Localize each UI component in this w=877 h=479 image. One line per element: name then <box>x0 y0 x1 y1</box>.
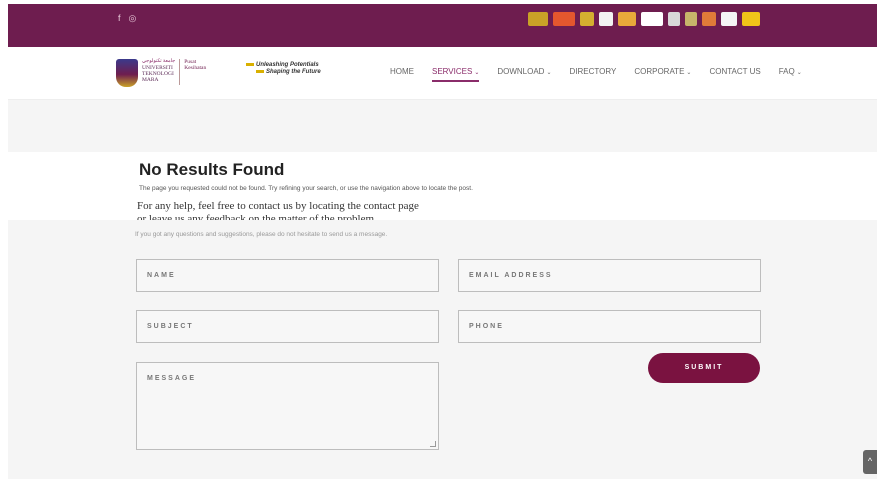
brand-name: ﺟﺎﻣﻌﺔ ﺗﻜﻨﻮﻟﻮﺟﻲ UNIVERSITI TEKNOLOGI MARA <box>142 59 176 83</box>
not-found-description: The page you requested could not be foun… <box>139 185 473 192</box>
message-textarea[interactable]: MESSAGE <box>136 362 439 450</box>
instagram-icon[interactable]: ◎ <box>129 13 137 24</box>
submit-button[interactable]: SUBMIT <box>648 353 760 383</box>
nav-item-faq[interactable]: FAQ ⌄ <box>770 67 811 76</box>
site-header: ﺟﺎﻣﻌﺔ ﺗﻜﻨﻮﻟﻮﺟﻲ UNIVERSITI TEKNOLOGI MARA… <box>8 47 877 100</box>
nav-item-label: DOWNLOAD <box>497 67 545 76</box>
nav-item-label: SERVICES <box>432 67 473 76</box>
nav-item-home[interactable]: HOME <box>381 67 423 76</box>
partner-logo-5[interactable] <box>618 12 636 26</box>
nav-item-label: DIRECTORY <box>569 67 617 76</box>
facebook-icon[interactable]: f <box>118 13 121 24</box>
partner-logo-10[interactable] <box>721 12 737 26</box>
nav-item-label: CONTACT US <box>709 67 761 76</box>
nav-item-label: CORPORATE <box>634 67 685 76</box>
phone-field[interactable]: PHONE <box>458 310 761 343</box>
partner-logos <box>528 12 760 26</box>
chevron-up-icon: ^ <box>867 456 873 466</box>
uitm-logo[interactable]: ﺟﺎﻣﻌﺔ ﺗﻜﻨﻮﻟﻮﺟﻲ UNIVERSITI TEKNOLOGI MARA… <box>116 59 206 87</box>
email-placeholder: EMAIL ADDRESS <box>469 272 553 279</box>
page-banner <box>8 100 877 152</box>
email-field[interactable]: EMAIL ADDRESS <box>458 259 761 292</box>
nav-item-download[interactable]: DOWNLOAD ⌄ <box>488 67 560 76</box>
chevron-down-icon: ⌄ <box>474 70 480 76</box>
partner-logo-11[interactable] <box>742 12 760 26</box>
subject-field[interactable]: SUBJECT <box>136 310 439 343</box>
partner-logo-6[interactable] <box>641 12 663 26</box>
nav-item-corporate[interactable]: CORPORATE ⌄ <box>625 67 700 76</box>
subject-placeholder: SUBJECT <box>147 323 194 330</box>
top-bar: f ◎ <box>8 4 877 47</box>
main-nav: HOME SERVICES ⌄ DOWNLOAD ⌄ DIRECTORY CORPORATE… <box>381 67 811 82</box>
tagline: Unleashing Potentials Shaping the Future <box>246 62 321 76</box>
chevron-down-icon: ⌄ <box>686 70 692 76</box>
partner-logo-3[interactable] <box>580 12 594 26</box>
nav-item-label: HOME <box>390 67 414 76</box>
page-title: No Results Found <box>139 160 285 179</box>
form-intro: If you got any questions and suggestions… <box>135 231 388 238</box>
partner-logo-1[interactable] <box>528 12 548 26</box>
scroll-to-top-button[interactable]: ^ <box>863 450 877 474</box>
message-placeholder: MESSAGE <box>147 375 197 382</box>
uitm-crest-icon <box>116 59 138 87</box>
chevron-down-icon: ⌄ <box>796 70 802 76</box>
chevron-down-icon: ⌄ <box>546 70 552 76</box>
partner-logo-7[interactable] <box>668 12 680 26</box>
partner-logo-4[interactable] <box>599 12 613 26</box>
partner-logo-9[interactable] <box>702 12 716 26</box>
phone-placeholder: PHONE <box>469 323 504 330</box>
nav-item-label: FAQ <box>778 67 795 76</box>
nav-item-services[interactable]: SERVICES ⌄ <box>423 67 488 82</box>
name-field[interactable]: NAME <box>136 259 439 292</box>
partner-logo-8[interactable] <box>685 12 697 26</box>
name-placeholder: NAME <box>147 272 176 279</box>
resize-handle-icon[interactable] <box>430 441 436 447</box>
partner-logo-the[interactable] <box>553 12 575 26</box>
brand-divider <box>179 59 181 85</box>
social-links: f ◎ <box>118 13 136 24</box>
nav-item-contact-us[interactable]: CONTACT US <box>700 67 769 76</box>
nav-item-directory[interactable]: DIRECTORY <box>561 67 626 76</box>
brand-subtitle: Pusat Kesihatan <box>184 59 207 71</box>
